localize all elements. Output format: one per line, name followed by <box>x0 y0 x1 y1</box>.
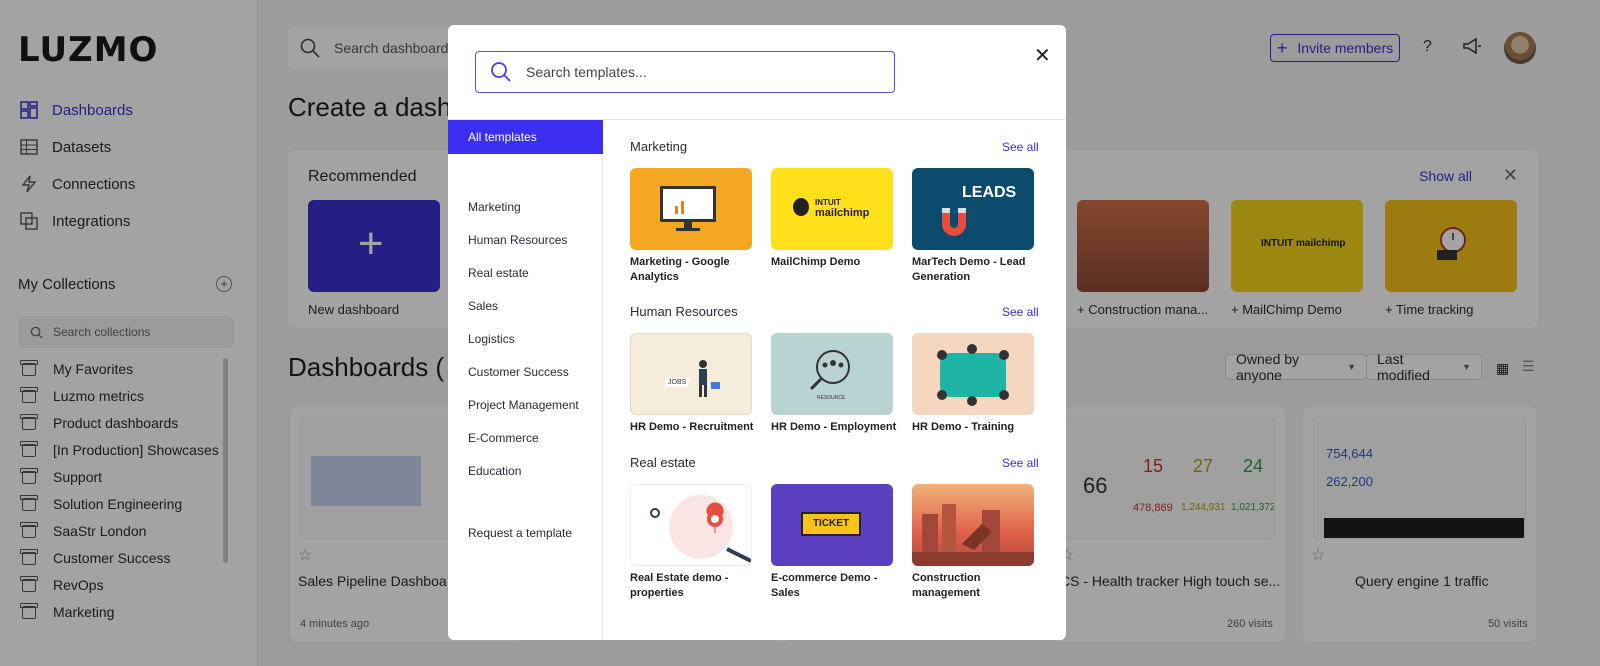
section-title: Marketing <box>630 139 688 154</box>
category-sales[interactable]: Sales <box>468 299 498 313</box>
template-search[interactable] <box>475 51 895 93</box>
template-label: Construction management <box>912 572 981 599</box>
magnifier-people-illustration <box>809 350 850 391</box>
close-icon[interactable]: ✕ <box>1034 43 1051 68</box>
mailchimp-text-2: mailchimp <box>815 207 870 219</box>
template-card[interactable] <box>912 484 1034 566</box>
section-title: Human Resources <box>630 304 738 319</box>
see-all-link[interactable]: See all <box>1002 456 1039 470</box>
template-card[interactable] <box>630 484 752 566</box>
see-all-link[interactable]: See all <box>1002 140 1039 154</box>
category-human-resources[interactable]: Human Resources <box>468 233 567 247</box>
request-template-link[interactable]: Request a template <box>468 526 572 540</box>
template-label: Marketing - Google Analytics <box>630 256 730 283</box>
magnet-icon <box>942 208 966 236</box>
template-card[interactable] <box>912 333 1034 415</box>
template-card[interactable]: INTUIT mailchimp <box>771 168 893 250</box>
templates-modal: ✕ All templates Marketing Human Resource… <box>448 25 1066 640</box>
resource-text: RESOURCE <box>817 395 846 401</box>
template-card[interactable]: RESOURCE <box>771 333 893 415</box>
template-card[interactable] <box>630 168 752 250</box>
ticket-text: TICKET <box>801 512 861 536</box>
template-label: MarTech Demo - Lead Generation <box>912 256 1026 283</box>
template-label: HR Demo - Employment <box>771 421 897 433</box>
section-title: Real estate <box>630 455 696 470</box>
search-icon <box>491 62 511 82</box>
app: LUZMO Dashboards Datasets Connections In… <box>0 0 1600 666</box>
template-label: MailChimp Demo <box>771 256 861 268</box>
template-label: HR Demo - Recruitment <box>630 421 754 433</box>
construction-illustration <box>912 504 1034 566</box>
recruitment-illustration <box>699 360 720 397</box>
house-keys-illustration <box>650 495 751 563</box>
mailchimp-logo-icon <box>793 198 809 216</box>
category-e-commerce[interactable]: E-Commerce <box>468 431 539 445</box>
category-education[interactable]: Education <box>468 464 521 478</box>
template-card[interactable]: LEADS <box>912 168 1034 250</box>
computer-illustration <box>660 186 716 231</box>
category-project-management[interactable]: Project Management <box>468 398 579 412</box>
see-all-link[interactable]: See all <box>1002 305 1039 319</box>
mailchimp-text-1: INTUIT <box>815 198 841 207</box>
leads-text: LEADS <box>962 184 1017 201</box>
template-categories: All templates Marketing Human Resources … <box>448 120 603 640</box>
category-all-templates[interactable]: All templates <box>448 120 603 154</box>
category-logistics[interactable]: Logistics <box>468 332 515 346</box>
template-card[interactable]: TICKET <box>771 484 893 566</box>
category-real-estate[interactable]: Real estate <box>468 266 529 280</box>
template-label: E-commerce Demo - Sales <box>771 572 878 599</box>
template-card[interactable]: JOBS <box>630 333 752 415</box>
template-search-input[interactable] <box>526 64 876 80</box>
template-label: HR Demo - Training <box>912 421 1015 433</box>
category-customer-success[interactable]: Customer Success <box>468 365 569 379</box>
template-label: Real Estate demo - properties <box>630 572 729 599</box>
category-marketing[interactable]: Marketing <box>468 200 521 214</box>
training-meeting-illustration <box>937 344 1009 406</box>
